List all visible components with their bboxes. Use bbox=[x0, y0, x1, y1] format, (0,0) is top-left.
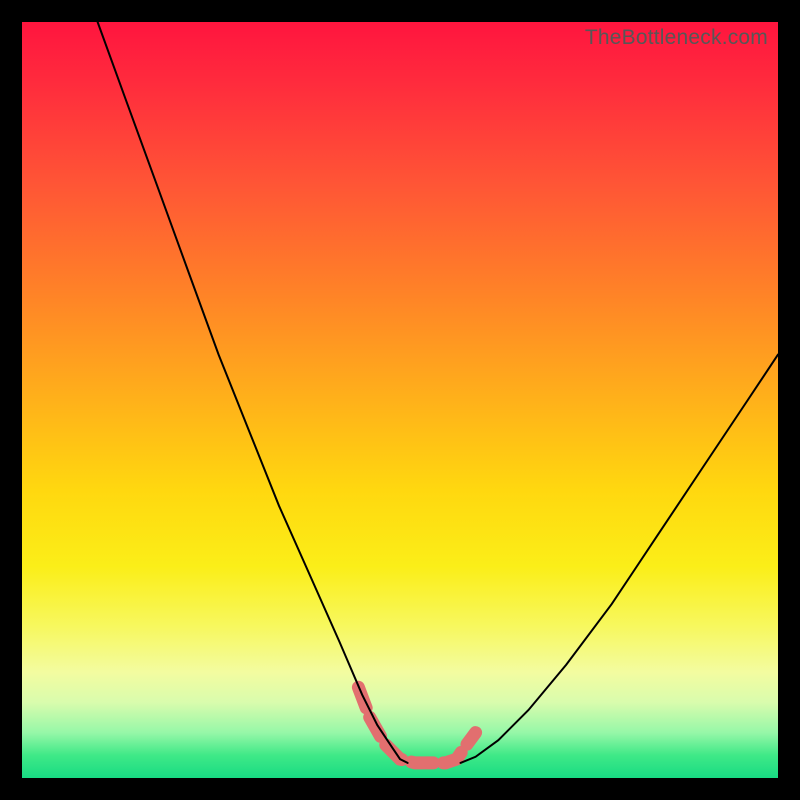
left-branch-line bbox=[98, 22, 408, 763]
chart-frame: TheBottleneck.com bbox=[0, 0, 800, 800]
plot-area: TheBottleneck.com bbox=[22, 22, 778, 778]
right-branch-line bbox=[461, 355, 779, 763]
curve-layer bbox=[22, 22, 778, 778]
valley-highlight-line bbox=[358, 687, 475, 763]
